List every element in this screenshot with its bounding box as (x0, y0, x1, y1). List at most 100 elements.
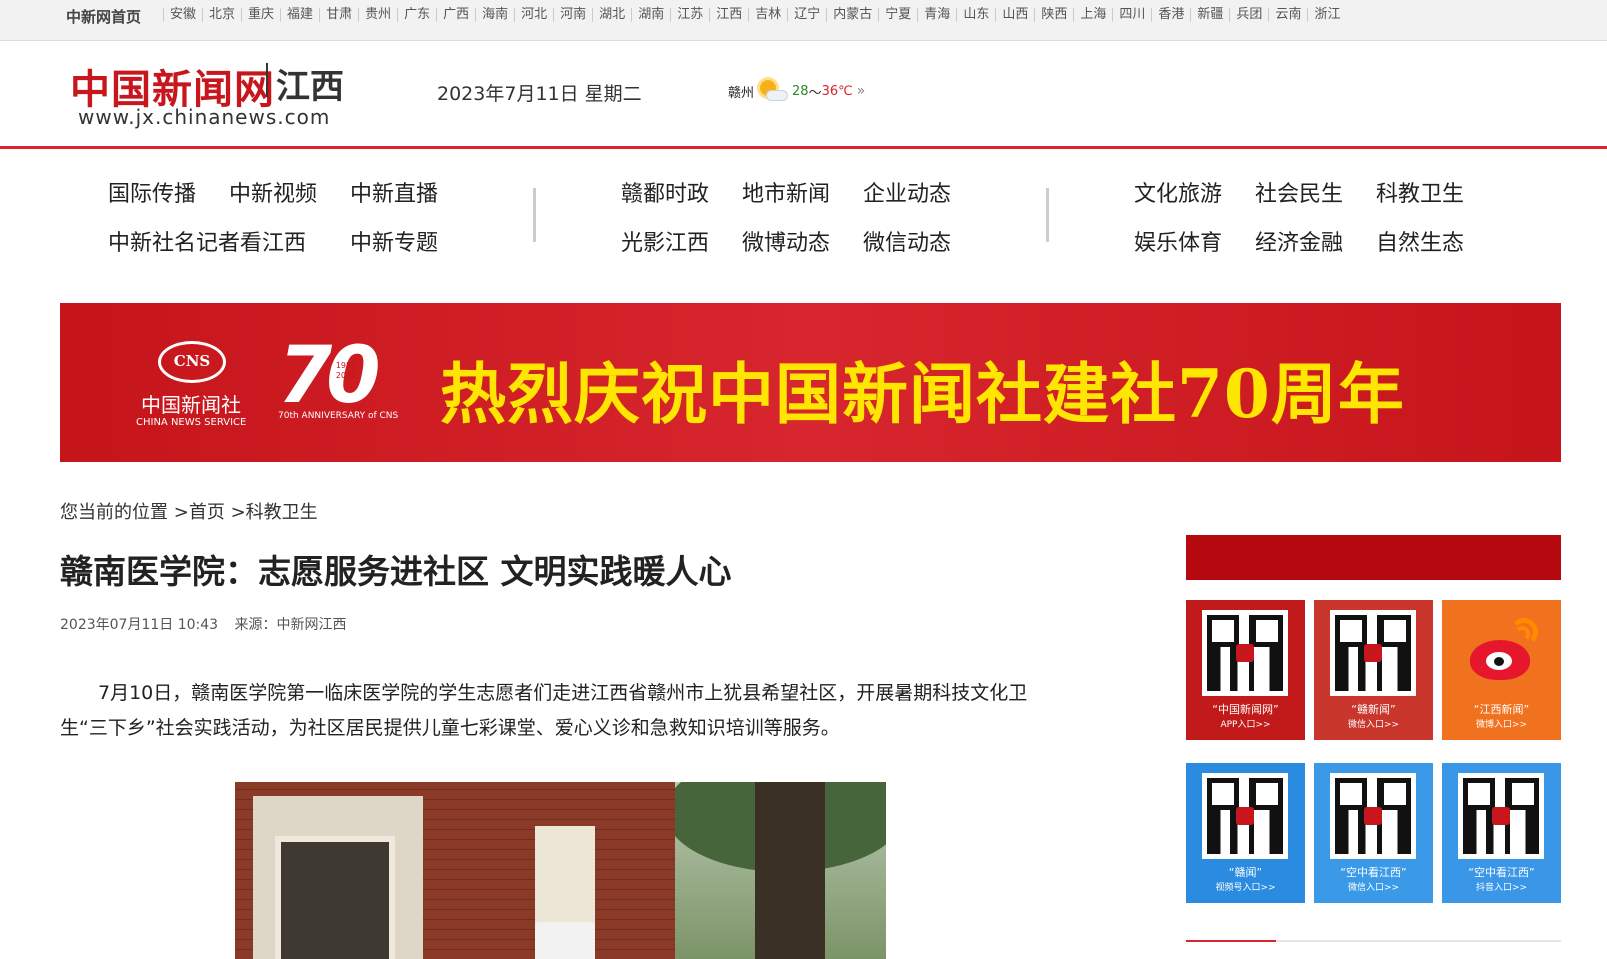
partly-cloudy-icon (756, 78, 790, 104)
nav-item-reporters[interactable]: 中新社名记者看江西 (108, 225, 306, 257)
nav-item-wechat[interactable]: 微信动态 (863, 225, 951, 257)
qr-code-icon (1202, 773, 1288, 859)
nav-item-special[interactable]: 中新专题 (350, 225, 438, 257)
qr-tile-entry: 微信入口>> (1347, 883, 1400, 893)
qr-tile-title: “赣新闻” (1351, 703, 1396, 716)
breadcrumb-home[interactable]: >首页 (174, 502, 225, 523)
weather-more-icon[interactable]: » (857, 83, 866, 99)
province-link[interactable]: 河北 (514, 8, 553, 22)
nav-item-live[interactable]: 中新直播 (350, 176, 438, 208)
weather-widget[interactable]: 赣州 28 ～ 36℃ » (728, 79, 865, 103)
province-link[interactable]: 兵团 (1229, 8, 1268, 22)
qr-tile-title: “中国新闻网” (1212, 703, 1279, 716)
province-link[interactable]: 福建 (280, 8, 319, 22)
province-link[interactable]: 江苏 (670, 8, 709, 22)
qr-tile-entry: 视频号入口>> (1215, 883, 1276, 893)
nav-item-finance[interactable]: 经济金融 (1255, 225, 1343, 257)
province-link[interactable]: 内蒙古 (826, 8, 878, 22)
seventy-caption: 70th ANNIVERSARY of CNS (278, 411, 399, 421)
qr-tile-entry: APP入口>> (1220, 720, 1271, 730)
province-link[interactable]: 重庆 (241, 8, 280, 22)
province-link[interactable]: 湖南 (631, 8, 670, 22)
province-link[interactable]: 云南 (1268, 8, 1307, 22)
weibo-icon (1464, 618, 1540, 682)
weather-high: 36℃ (821, 83, 853, 99)
breadcrumb-section[interactable]: >科教卫生 (231, 502, 318, 523)
province-link[interactable]: 山东 (956, 8, 995, 22)
current-date: 2023年7月11日 星期二 (437, 83, 642, 105)
province-link[interactable]: 广西 (436, 8, 475, 22)
weather-low: 28 (792, 83, 809, 99)
province-link[interactable]: 上海 (1073, 8, 1112, 22)
weather-tilde: ～ (808, 85, 822, 101)
nav-item-video[interactable]: 中新视频 (229, 176, 317, 208)
article-source: 来源：中新网江西 (234, 617, 347, 633)
cns-english-name: CHINA NEWS SERVICE (136, 417, 247, 428)
qr-tile-title: “空中看江西” (1340, 866, 1407, 879)
province-link[interactable]: 青海 (917, 8, 956, 22)
cns-abbr: CNS (173, 352, 211, 370)
site-logo[interactable]: 中国新闻网 江西 www.jx.chinanews.com (70, 57, 360, 131)
site-header: 中国新闻网 江西 www.jx.chinanews.com 2023年7月11日… (0, 41, 1607, 149)
logo-url: www.jx.chinanews.com (78, 105, 331, 129)
province-link[interactable]: 香港 (1151, 8, 1190, 22)
nav-item-enterprise[interactable]: 企业动态 (863, 176, 951, 208)
seventy-years: 1952 2022 (335, 361, 357, 380)
nav-item-photos[interactable]: 光影江西 (621, 225, 709, 257)
province-link[interactable]: 江西 (709, 8, 748, 22)
province-link[interactable]: 山西 (995, 8, 1034, 22)
qr-tile-entry: 抖音入口>> (1475, 883, 1528, 893)
anniversary-banner[interactable]: CNS 中国新闻社 CHINA NEWS SERVICE 70 1952 202… (60, 303, 1561, 462)
breadcrumb: 您当前的位置 >首页 >科教卫生 (60, 498, 318, 524)
province-link[interactable]: 宁夏 (878, 8, 917, 22)
qr-tile[interactable]: “空中看江西” 微信入口>> (1314, 763, 1433, 903)
province-link[interactable]: 安徽 (163, 8, 202, 22)
qr-tile[interactable]: “赣新闻” 微信入口>> (1314, 600, 1433, 740)
chinanews-home-link[interactable]: 中新网首页 (66, 6, 141, 27)
qr-tile-title: “赣闻” (1228, 866, 1263, 879)
nav-item-ecology[interactable]: 自然生态 (1376, 225, 1464, 257)
breadcrumb-prefix: 您当前的位置 (60, 502, 168, 523)
province-link[interactable]: 吉林 (748, 8, 787, 22)
qr-tile[interactable]: “赣闻” 视频号入口>> (1186, 763, 1305, 903)
nav-divider (1046, 188, 1049, 242)
nav-item-politics[interactable]: 赣鄱时政 (621, 176, 709, 208)
qr-code-icon (1330, 610, 1416, 696)
province-link[interactable]: 四川 (1112, 8, 1151, 22)
qr-tile[interactable]: “江西新闻” 微博入口>> (1442, 600, 1561, 740)
article-datetime: 2023年07月11日 10:43 (60, 617, 219, 633)
qr-tile[interactable]: “空中看江西” 抖音入口>> (1442, 763, 1561, 903)
province-link[interactable]: 辽宁 (787, 8, 826, 22)
article-title: 赣南医学院：志愿服务进社区 文明实践暖人心 (60, 552, 732, 591)
cns-name: 中国新闻社 (141, 393, 241, 417)
province-link[interactable]: 海南 (475, 8, 514, 22)
province-link[interactable]: 甘肃 (319, 8, 358, 22)
province-link[interactable]: 新疆 (1190, 8, 1229, 22)
logo-divider (266, 63, 268, 97)
nav-item-society[interactable]: 社会民生 (1255, 176, 1343, 208)
province-link[interactable]: 陕西 (1034, 8, 1073, 22)
province-link[interactable]: 河南 (553, 8, 592, 22)
qr-tile[interactable]: “中国新闻网” APP入口>> (1186, 600, 1305, 740)
main-nav: 国际传播 中新视频 中新直播 中新社名记者看江西 中新专题 赣鄱时政 地市新闻 … (0, 152, 1607, 292)
nav-item-sports[interactable]: 娱乐体育 (1134, 225, 1222, 257)
province-link[interactable]: 广东 (397, 8, 436, 22)
province-bar: 中新网首页 安徽 北京 重庆 福建 甘肃 贵州 广东 广西 海南 河北 河南 湖北 湖南 江苏 江西 吉林 辽宁… (0, 0, 1607, 41)
nav-item-international[interactable]: 国际传播 (108, 176, 196, 208)
nav-item-weibo[interactable]: 微博动态 (742, 225, 830, 257)
nav-item-science[interactable]: 科教卫生 (1376, 176, 1464, 208)
province-links: 安徽 北京 重庆 福建 甘肃 贵州 广东 广西 海南 河北 河南 湖北 湖南 江苏 江西 吉林 辽宁 内蒙古 宁夏青… (163, 0, 1346, 30)
province-link[interactable]: 浙江 (1307, 8, 1346, 22)
nav-item-local[interactable]: 地市新闻 (742, 176, 830, 208)
qr-code-icon (1202, 610, 1288, 696)
province-link[interactable]: 湖北 (592, 8, 631, 22)
province-link[interactable]: 北京 (202, 8, 241, 22)
sidebar-tab-underline (1186, 940, 1561, 942)
qr-code-icon (1458, 773, 1544, 859)
nav-item-culture[interactable]: 文化旅游 (1134, 176, 1222, 208)
sidebar-header-bar (1186, 535, 1561, 580)
province-link[interactable]: 贵州 (358, 8, 397, 22)
qr-tile-title: “空中看江西” (1468, 866, 1535, 879)
article-photo (235, 782, 886, 959)
qr-code-icon (1330, 773, 1416, 859)
